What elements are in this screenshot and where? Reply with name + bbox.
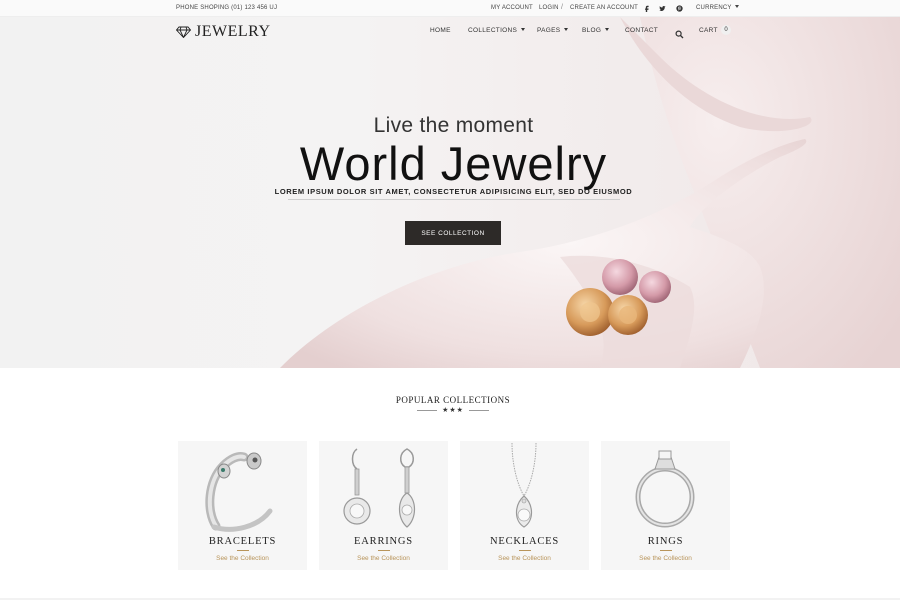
see-collection-link[interactable]: See the Collection xyxy=(319,555,448,562)
card-divider xyxy=(519,550,531,551)
pinterest-icon[interactable] xyxy=(674,3,684,13)
see-collection-link[interactable]: See the Collection xyxy=(460,555,589,562)
hero-subline: LOREM IPSUM DOLOR SIT AMET, CONSECTETUR … xyxy=(274,187,633,196)
stars-icon: ★★★ xyxy=(442,407,464,414)
search-icon[interactable] xyxy=(675,26,684,39)
collection-card-bracelets[interactable]: BRACELETS See the Collection xyxy=(178,441,307,570)
nav-pages-label: PAGES xyxy=(537,27,561,34)
nav-pages[interactable]: PAGES xyxy=(537,27,569,34)
divider-line xyxy=(417,410,437,411)
card-title: NECKLACES xyxy=(489,536,560,547)
title-divider: ★★★ xyxy=(417,406,489,416)
phone-text: PHONE SHOPING (01) 123 456 UJ xyxy=(176,5,278,11)
section-title: POPULAR COLLECTIONS xyxy=(395,395,511,405)
nav-collections-label: COLLECTIONS xyxy=(468,27,518,34)
card-divider xyxy=(378,550,390,551)
create-account-link[interactable]: CREATE AN ACCOUNT xyxy=(570,5,638,11)
necklace-image xyxy=(511,442,537,528)
logo-text: JEWELRY xyxy=(195,23,271,40)
chevron-down-icon xyxy=(564,28,569,31)
nav-contact[interactable]: CONTACT xyxy=(625,27,658,34)
collection-card-necklaces[interactable]: NECKLACES See the Collection xyxy=(460,441,589,570)
collection-card-earrings[interactable]: EARRINGS See the Collection xyxy=(319,441,448,570)
twitter-icon[interactable] xyxy=(657,3,667,13)
card-title: BRACELETS xyxy=(208,536,277,547)
ring-image xyxy=(635,450,695,528)
earrings-image xyxy=(343,448,416,528)
bracelet-image xyxy=(205,452,273,532)
card-title: EARRINGS xyxy=(354,536,413,547)
top-bar: PHONE SHOPING (01) 123 456 UJ MY ACCOUNT… xyxy=(0,0,900,17)
diamond-icon xyxy=(176,26,191,38)
main-header: JEWELRY HOME COLLECTIONS PAGES BLOG CONT… xyxy=(0,17,900,45)
chevron-down-icon xyxy=(734,5,739,8)
nav-blog[interactable]: BLOG xyxy=(582,27,610,34)
collection-card-rings[interactable]: RINGS See the Collection xyxy=(601,441,730,570)
nav-collections[interactable]: COLLECTIONS xyxy=(468,27,526,34)
divider-line xyxy=(469,410,489,411)
currency-dropdown[interactable]: CURRENCY xyxy=(696,5,739,11)
see-collection-button[interactable]: SEE COLLECTION xyxy=(405,221,501,245)
currency-label: CURRENCY xyxy=(696,5,732,11)
card-divider xyxy=(237,550,249,551)
hero-headline: World Jewelry xyxy=(299,137,608,190)
cart-link[interactable]: CART xyxy=(699,27,718,34)
hero-tagline: Live the moment xyxy=(373,114,534,137)
cart-count-badge: 0 xyxy=(721,25,731,35)
divider xyxy=(288,199,620,200)
chevron-down-icon xyxy=(605,28,610,31)
see-collection-link[interactable]: See the Collection xyxy=(178,555,307,562)
facebook-icon[interactable] xyxy=(641,3,651,13)
login-link[interactable]: LOGIN xyxy=(539,5,559,11)
separator: / xyxy=(561,4,564,11)
see-collection-link[interactable]: See the Collection xyxy=(601,555,730,562)
my-account-link[interactable]: MY ACCOUNT xyxy=(491,5,533,11)
logo[interactable]: JEWELRY xyxy=(176,23,271,41)
nav-home[interactable]: HOME xyxy=(430,27,451,34)
card-title: RINGS xyxy=(647,536,684,547)
card-divider xyxy=(660,550,672,551)
chevron-down-icon xyxy=(521,28,526,31)
nav-blog-label: BLOG xyxy=(582,27,602,34)
